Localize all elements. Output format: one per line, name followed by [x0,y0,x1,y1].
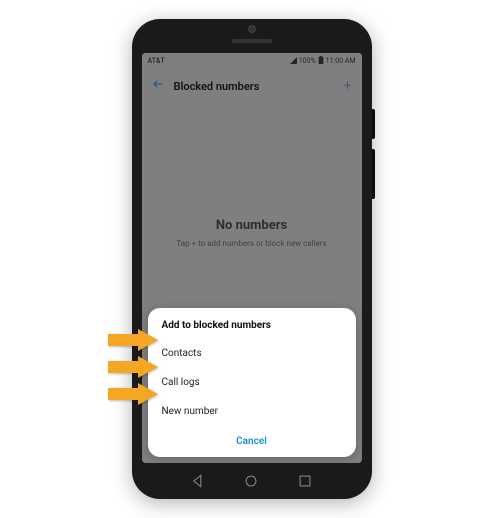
sheet-title: Add to blocked numbers [148,320,356,339]
annotation-arrow-icon [108,329,158,351]
front-camera [248,25,256,33]
phone-side-button [372,109,375,139]
nav-recent-icon[interactable] [297,473,313,489]
sheet-option-call-logs[interactable]: Call logs [148,368,356,397]
sheet-option-new-number[interactable]: New number [148,397,356,426]
annotation-arrow-icon [108,356,158,378]
phone-screen: AT&T 100% 11:00 AM Blocked numbers + No … [142,53,362,463]
phone-device-frame: AT&T 100% 11:00 AM Blocked numbers + No … [132,19,372,499]
phone-side-button [372,149,375,199]
cancel-button[interactable]: Cancel [148,426,356,451]
bottom-sheet-dialog: Add to blocked numbers Contacts Call log… [148,308,356,457]
phone-top-bezel [142,29,362,53]
earpiece-speaker [232,39,272,43]
android-nav-bar [142,463,362,499]
nav-home-icon[interactable] [243,473,259,489]
nav-back-icon[interactable] [190,473,206,489]
sheet-option-contacts[interactable]: Contacts [148,339,356,368]
annotation-arrow-icon [108,383,158,405]
